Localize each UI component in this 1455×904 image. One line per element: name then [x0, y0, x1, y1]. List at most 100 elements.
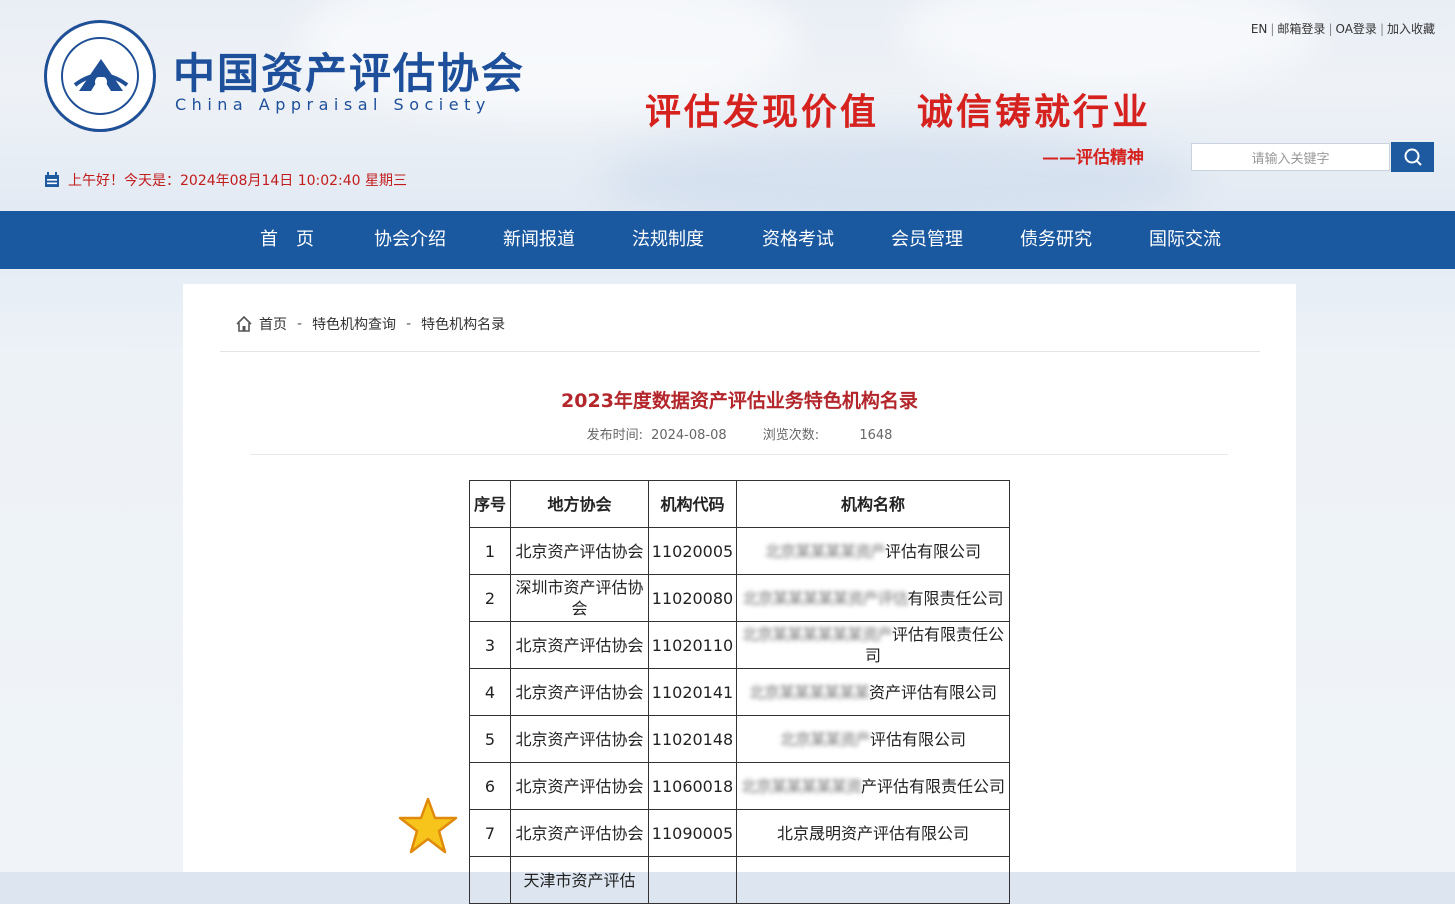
- greeting-bar: 上午好！今天是：2024年08月14日 10:02:40 星期三: [44, 170, 407, 190]
- redacted-text: 北京某某某某资产: [764, 541, 886, 561]
- nav-exams[interactable]: 资格考试: [762, 211, 834, 269]
- logo-title[interactable]: 中国资产评估协会: [173, 40, 525, 101]
- breadcrumb: 首页 - 特色机构查询 - 特色机构名录: [235, 314, 505, 334]
- cell-association: 北京资产评估协会: [510, 668, 649, 716]
- cell-name: 北京某某资产评估有限公司: [736, 715, 1010, 763]
- cell-association: 北京资产评估协会: [510, 762, 649, 810]
- redacted-text: 北京某某资产: [779, 729, 871, 749]
- link-add-favorite[interactable]: 加入收藏: [1387, 22, 1435, 36]
- col-header-no: 序号: [469, 480, 511, 528]
- col-header-name: 机构名称: [736, 480, 1010, 528]
- calendar-icon: [45, 172, 59, 187]
- views-label: 浏览次数:: [762, 428, 820, 443]
- nav-about[interactable]: 协会介绍: [374, 211, 446, 269]
- article-meta: 发布时间: 2024-08-08 浏览次数: 1648: [183, 424, 1296, 443]
- star-icon: [398, 797, 458, 854]
- nav-members[interactable]: 会员管理: [891, 211, 963, 269]
- cell-code: 11090005: [648, 809, 737, 857]
- table-row: 5 北京资产评估协会 11020148 北京某某资产评估有限公司: [469, 715, 1010, 763]
- institution-table: 序号 地方协会 机构代码 机构名称 1 北京资产评估协会 11020005 北京…: [469, 480, 1010, 904]
- slogan-right: 诚信铸就行业: [917, 91, 1152, 133]
- cell-name: 北京晟明资产评估有限公司: [736, 809, 1010, 857]
- cell-name: 北京某某某某某某资产评估有限公司: [736, 668, 1010, 716]
- cell-name: 北京某某某某某资产评估有限责任公司: [736, 762, 1010, 810]
- table-row: 2 深圳市资产评估协会 11020080 北京某某某某某资产评估有限责任公司: [469, 574, 1010, 622]
- publish-date: 2024-08-08: [651, 428, 727, 443]
- cell-association: 北京资产评估协会: [510, 621, 649, 669]
- greeting-text: 上午好！今天是：2024年08月14日 10:02:40 星期三: [68, 173, 408, 189]
- redacted-text: 北京某某某某某资产评估: [742, 588, 908, 608]
- search-button[interactable]: [1391, 142, 1434, 172]
- cell-code: [648, 856, 737, 904]
- slogan: 评估发现价值 诚信铸就行业: [645, 83, 1151, 135]
- top-links: EN | 邮箱登录 | OA登录 | 加入收藏: [1250, 22, 1435, 36]
- nav-debt-research[interactable]: 债务研究: [1020, 211, 1092, 269]
- cell-association: 北京资产评估协会: [510, 809, 649, 857]
- nav-international[interactable]: 国际交流: [1149, 211, 1221, 269]
- breadcrumb-separator: -: [297, 316, 303, 332]
- cell-no: 6: [469, 762, 511, 810]
- search-icon: [1404, 148, 1422, 166]
- cell-association: 深圳市资产评估协会: [510, 574, 649, 622]
- nav-news[interactable]: 新闻报道: [503, 211, 575, 269]
- cell-name: 北京某某某某某某资产评估有限责任公司: [736, 621, 1010, 669]
- breadcrumb-list[interactable]: 特色机构名录: [421, 314, 505, 334]
- table-row: 6 北京资产评估协会 11060018 北京某某某某某资产评估有限责任公司: [469, 762, 1010, 810]
- cell-no: 7: [469, 809, 511, 857]
- cell-association: 天津市资产评估: [510, 856, 649, 904]
- table-row: 1 北京资产评估协会 11020005 北京某某某某资产评估有限公司: [469, 527, 1010, 575]
- redacted-text: 北京某某某某某某资产: [741, 625, 893, 644]
- cell-no: 3: [469, 621, 511, 669]
- content-panel: 首页 - 特色机构查询 - 特色机构名录 2023年度数据资产评估业务特色机构名…: [183, 284, 1296, 904]
- name-suffix: 产评估有限责任公司: [861, 776, 1006, 796]
- cell-code: 11020110: [648, 621, 737, 669]
- main-nav: 首 页 协会介绍 新闻报道 法规制度 资格考试 会员管理 债务研究 国际交流: [0, 211, 1455, 269]
- link-mail-login[interactable]: 邮箱登录: [1277, 22, 1325, 36]
- cell-no: 5: [469, 715, 511, 763]
- cell-no: 4: [469, 668, 511, 716]
- cell-no: 1: [469, 527, 511, 575]
- table-row: 7 北京资产评估协会 11090005 北京晟明资产评估有限公司: [469, 809, 1010, 857]
- breadcrumb-separator: -: [406, 316, 412, 332]
- views-count: 1648: [859, 428, 893, 443]
- cell-code: 11020005: [648, 527, 737, 575]
- breadcrumb-query[interactable]: 特色机构查询: [312, 314, 396, 334]
- home-icon: [236, 315, 252, 332]
- name-full: 北京晟明资产评估有限公司: [776, 823, 969, 843]
- table-header-row: 序号 地方协会 机构代码 机构名称: [469, 480, 1010, 528]
- name-suffix: 资产评估有限公司: [869, 682, 998, 702]
- cell-name: 北京某某某某某资产评估有限责任公司: [736, 574, 1010, 622]
- redacted-text: 北京某某某某某资: [740, 776, 862, 796]
- divider: [220, 351, 1260, 352]
- cell-association: 北京资产评估协会: [510, 527, 649, 575]
- cell-name: 北京某某某某资产评估有限公司: [736, 527, 1010, 575]
- redacted-text: 北京某某某某某某: [748, 682, 870, 702]
- logo-subtitle: China Appraisal Society: [175, 95, 491, 114]
- nav-regulations[interactable]: 法规制度: [632, 211, 704, 269]
- table-row: 天津市资产评估: [469, 856, 1010, 904]
- breadcrumb-home[interactable]: 首页: [259, 314, 287, 334]
- slogan-left: 评估发现价值: [645, 91, 880, 133]
- cell-association: 北京资产评估协会: [510, 715, 649, 763]
- cell-code: 11020141: [648, 668, 737, 716]
- table-row: 3 北京资产评估协会 11020110 北京某某某某某某资产评估有限责任公司: [469, 621, 1010, 669]
- site-header: 中国资产评估协会 China Appraisal Society EN | 邮箱登录…: [0, 0, 1455, 211]
- col-header-code: 机构代码: [648, 480, 737, 528]
- logo-emblem[interactable]: [44, 20, 156, 132]
- cell-code: 11020080: [648, 574, 737, 622]
- name-suffix: 评估有限公司: [885, 541, 982, 561]
- nav-home[interactable]: 首 页: [260, 211, 314, 269]
- name-suffix: 评估有限公司: [870, 729, 967, 749]
- name-suffix: 有限责任公司: [907, 588, 1004, 608]
- divider: [250, 454, 1228, 455]
- slogan-sub: ——评估精神: [1042, 148, 1144, 168]
- logo-mark-icon: [73, 59, 129, 91]
- link-oa-login[interactable]: OA登录: [1335, 22, 1376, 36]
- article-title: 2023年度数据资产评估业务特色机构名录: [561, 390, 918, 412]
- cell-code: 11020148: [648, 715, 737, 763]
- search-input[interactable]: 请输入关键字: [1191, 143, 1390, 171]
- cell-code: 11060018: [648, 762, 737, 810]
- table-row: 4 北京资产评估协会 11020141 北京某某某某某某资产评估有限公司: [469, 668, 1010, 716]
- col-header-association: 地方协会: [510, 480, 649, 528]
- link-en[interactable]: EN: [1251, 22, 1268, 36]
